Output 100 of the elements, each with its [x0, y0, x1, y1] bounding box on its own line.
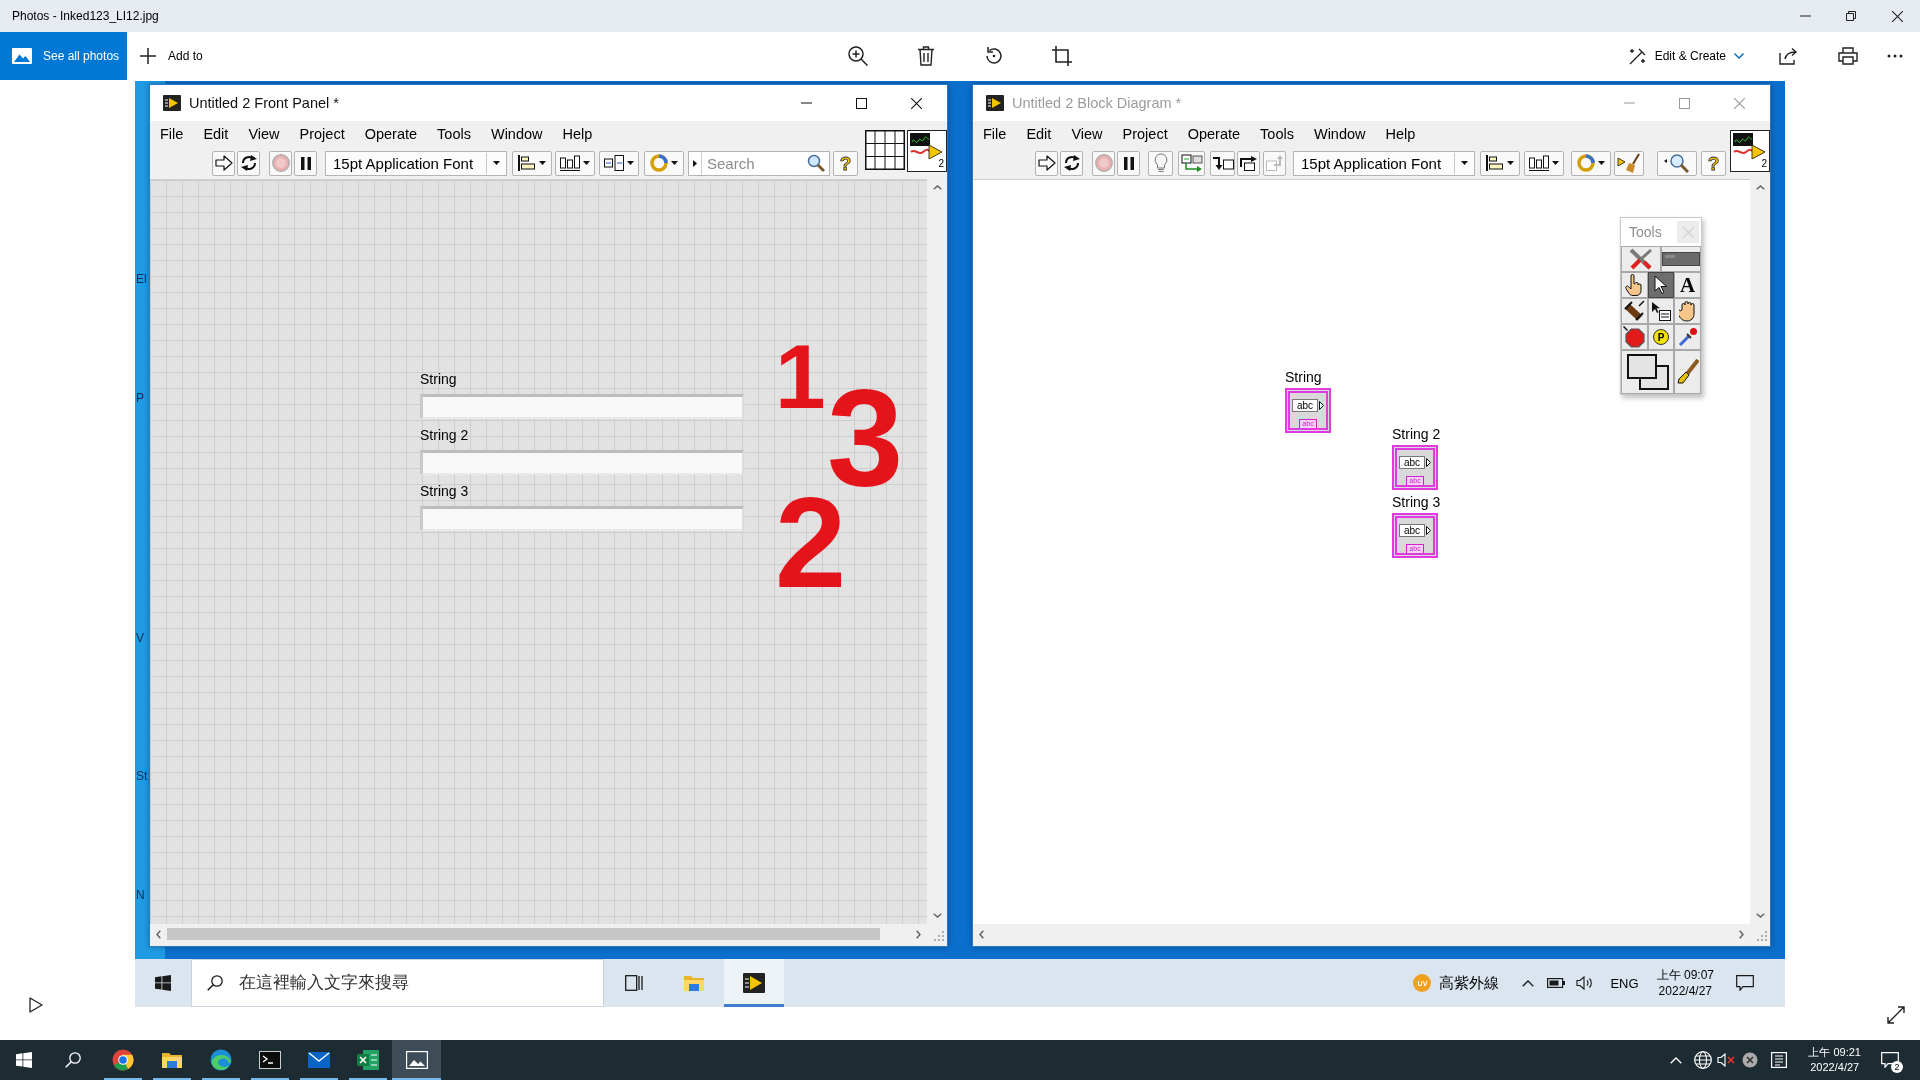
input-language[interactable]: ENG — [1610, 975, 1639, 991]
menu-item[interactable]: Edit — [193, 122, 239, 146]
arrow-down-box-icon — [1211, 155, 1234, 171]
scroll-up-icon[interactable] — [932, 185, 942, 190]
wiring-tool-button[interactable] — [1621, 298, 1648, 324]
notification-icon[interactable] — [1736, 975, 1754, 991]
search-field[interactable]: Search — [688, 150, 830, 176]
speaker-icon[interactable] — [1576, 976, 1595, 990]
breakpoint-tool-button[interactable] — [1621, 324, 1648, 350]
distribute-objects-button[interactable] — [555, 150, 595, 176]
share-icon — [1779, 47, 1799, 65]
cut-off-text: V — [136, 631, 144, 645]
minimize-icon — [1799, 15, 1811, 17]
search-field[interactable]: 在這裡輸入文字來搜尋 — [191, 959, 604, 1007]
probe-badge: P — [1653, 329, 1669, 345]
magnifier-icon[interactable] — [807, 153, 825, 172]
pause-icon — [300, 156, 311, 170]
text-tool-button[interactable]: A — [1674, 272, 1701, 298]
resize-objects-button[interactable] — [599, 150, 639, 176]
plus-icon — [140, 48, 156, 64]
restore-icon — [1846, 11, 1856, 21]
position-tool-button[interactable] — [1647, 272, 1675, 298]
probe-tool-button[interactable]: P — [1647, 324, 1675, 350]
vi-icon-number: 2 — [1761, 159, 1767, 169]
pause-button[interactable] — [294, 150, 317, 176]
caret-icon — [627, 161, 634, 165]
shortcut-menu-tool-button[interactable] — [1647, 298, 1675, 324]
string-field[interactable] — [420, 394, 744, 419]
wand-sparkle-icon — [1628, 47, 1647, 65]
photos-button[interactable] — [392, 1040, 441, 1080]
vi-icon[interactable]: 2 — [907, 130, 947, 172]
window-title: Photos - Inked123_LI12.jpg — [12, 9, 159, 23]
operate-tool-button[interactable] — [1621, 272, 1648, 298]
close-icon — [911, 97, 922, 109]
reorder-button[interactable] — [644, 150, 684, 176]
scroll-right-icon[interactable] — [916, 929, 921, 939]
arrow-menu-icon — [1651, 301, 1671, 321]
envelope-icon — [307, 1052, 330, 1068]
chevron-up-icon[interactable] — [1522, 979, 1535, 987]
scrollbar-thumb[interactable] — [167, 928, 880, 940]
muted-speaker-icon[interactable] — [1717, 1053, 1736, 1067]
menu-item[interactable]: Tools — [427, 122, 481, 146]
control-label: String 3 — [420, 483, 469, 500]
menu-item[interactable]: Window — [480, 122, 553, 146]
terminal-icon — [258, 1051, 281, 1069]
string-field[interactable] — [420, 450, 744, 475]
folder-icon — [684, 975, 704, 991]
clock[interactable]: 上午 09:07 2022/4/27 — [1656, 967, 1714, 999]
network-icon[interactable] — [1694, 1051, 1713, 1069]
scroll-tool-button[interactable] — [1674, 298, 1701, 324]
menu-item[interactable]: Operate — [354, 122, 428, 146]
grid-icon[interactable] — [865, 130, 905, 170]
menu-item[interactable]: File — [150, 122, 194, 146]
led-indicator[interactable] — [1662, 252, 1700, 266]
clock[interactable]: 上午 09:21 2022/4/27 — [1808, 1045, 1861, 1075]
close-icon — [1682, 226, 1694, 238]
run-continuously-button[interactable] — [237, 150, 260, 176]
add-to-button[interactable]: Add to — [132, 36, 211, 76]
aligned-bars-icon — [518, 155, 536, 171]
string-field[interactable] — [420, 506, 744, 531]
labview-logo-icon — [986, 95, 1004, 111]
maximize-icon — [856, 97, 867, 109]
waveform-graph-icon — [910, 133, 942, 159]
battery-icon[interactable] — [1547, 978, 1566, 988]
lined-box-icon[interactable] — [1771, 1052, 1788, 1068]
crop-icon — [1052, 46, 1072, 66]
eyedropper-icon — [1677, 327, 1698, 347]
menu-item[interactable]: View — [238, 122, 290, 146]
light-bulb-icon — [1153, 153, 1168, 173]
see-all-photos-button[interactable]: See all photos — [0, 32, 127, 80]
overlapping-squares-icon[interactable] — [1626, 354, 1669, 390]
picture-icon — [405, 1051, 428, 1069]
edge-logo-icon — [209, 1049, 232, 1071]
edit-create-button[interactable]: Edit & Create — [1620, 36, 1752, 76]
boxes-wire-arrow-icon — [1180, 154, 1203, 172]
right-arrow-icon — [214, 155, 233, 171]
triangle-icon[interactable] — [693, 159, 697, 167]
aligned-bars-icon — [1486, 155, 1504, 171]
caret-icon — [1461, 161, 1468, 165]
scroll-left-icon[interactable] — [156, 929, 161, 939]
notifications-button[interactable]: 2 — [1872, 1040, 1908, 1080]
menu-item[interactable]: Help — [552, 122, 603, 146]
caret-icon — [539, 161, 546, 165]
menu-item[interactable]: Project — [289, 122, 355, 146]
resize-grip-icon[interactable] — [934, 931, 944, 941]
printer-icon — [1838, 47, 1858, 65]
spreadsheet-icon — [356, 1050, 379, 1070]
circle-x-icon[interactable] — [1742, 1052, 1759, 1068]
expand-icon[interactable] — [1887, 1006, 1905, 1024]
notification-icon — [1881, 1052, 1899, 1068]
scroll-down-icon[interactable] — [932, 913, 942, 918]
automatic-tool-button[interactable] — [1621, 246, 1661, 272]
run-button[interactable] — [212, 150, 235, 176]
color-copy-tool-button[interactable] — [1674, 324, 1701, 350]
caret-icon — [671, 161, 678, 165]
play-icon[interactable] — [29, 997, 43, 1013]
labview-app-button[interactable] — [724, 959, 784, 1007]
coloring-tool-button[interactable] — [1674, 350, 1701, 394]
align-objects-button[interactable] — [512, 150, 552, 176]
font-dropdown[interactable]: 15pt Application Font — [325, 150, 507, 176]
